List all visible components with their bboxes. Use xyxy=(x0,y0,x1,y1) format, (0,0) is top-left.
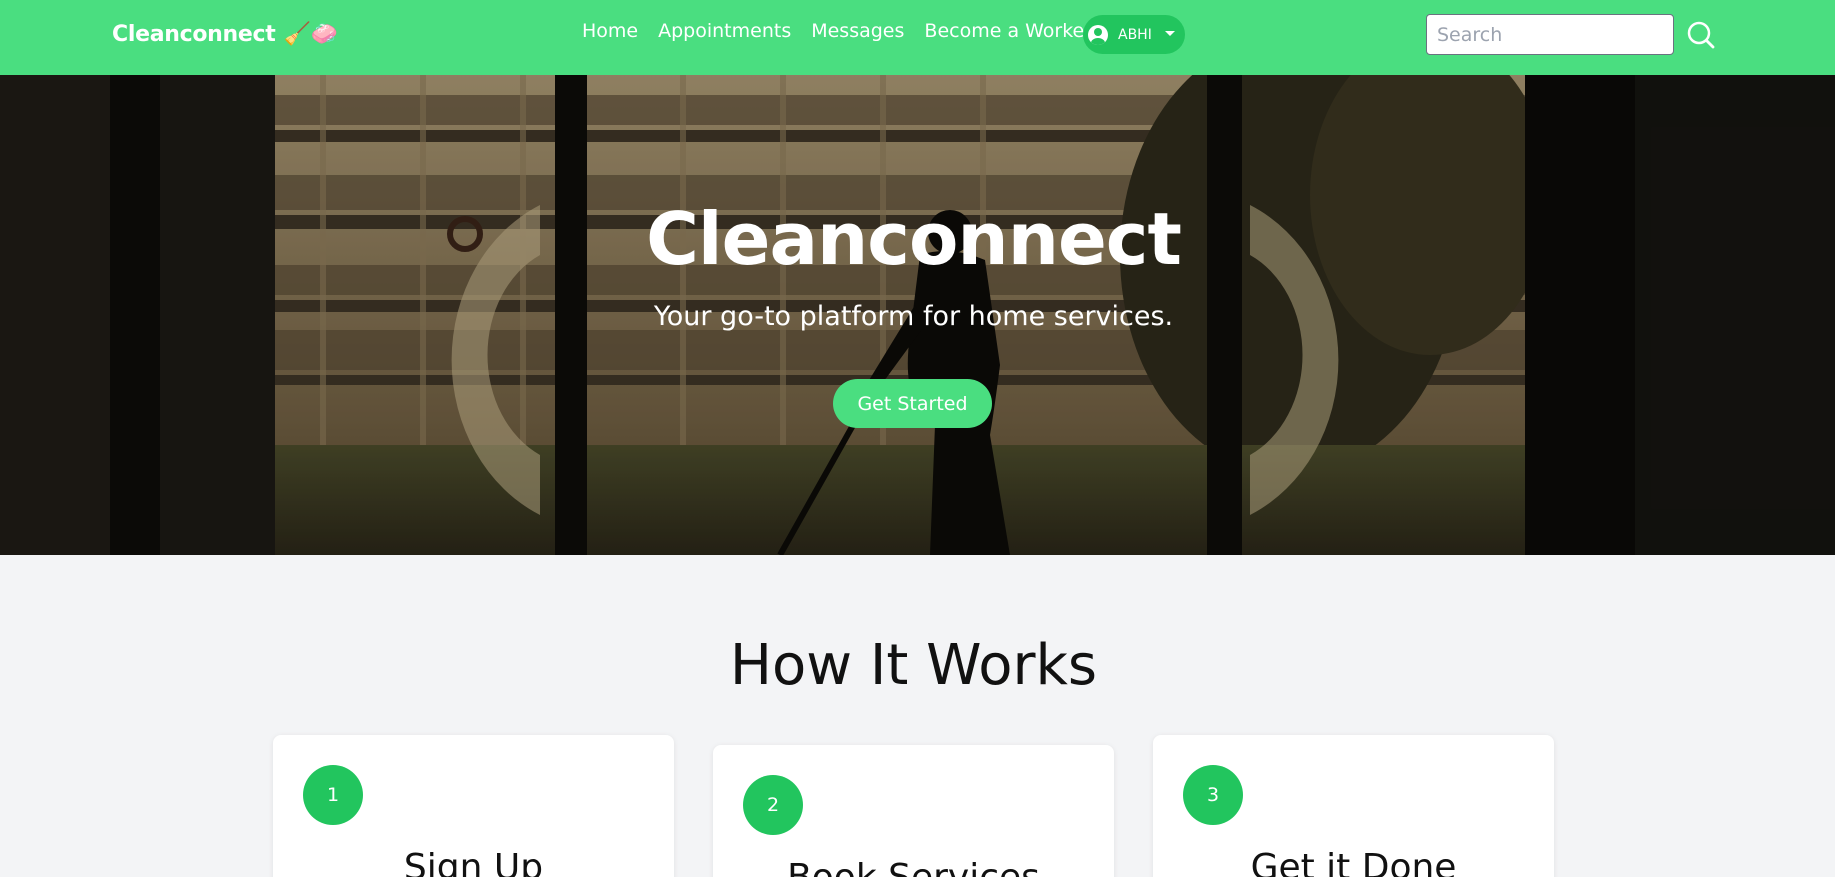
how-it-works-title: How It Works xyxy=(729,633,1098,698)
step-title: Book Services xyxy=(713,857,1114,877)
step-number-badge: 1 xyxy=(303,765,363,825)
step-title: Get it Done xyxy=(1250,847,1457,877)
broom-soap-icon: 🧹🧼 xyxy=(283,22,338,47)
nav-link-become-worker[interactable]: Become a Worker xyxy=(924,20,1092,42)
hero-section: Cleanconnect Your go-to platform for hom… xyxy=(0,75,1835,555)
step-number-badge: 3 xyxy=(1183,765,1243,825)
user-name: ABHI xyxy=(1118,26,1152,43)
step-number-badge: 2 xyxy=(743,775,803,835)
caret-down-icon xyxy=(1165,31,1175,36)
hero-subtitle: Your go-to platform for home services. xyxy=(653,301,1174,332)
user-circle-icon xyxy=(1088,24,1108,45)
navbar: Cleanconnect 🧹🧼 Home Appointments Messag… xyxy=(0,0,1835,75)
step-card-book-services: 2 Book Services xyxy=(713,745,1114,877)
step-card-get-it-done: 3 Get it Done xyxy=(1153,735,1554,877)
hero-title: Cleanconnect xyxy=(646,197,1182,281)
search-input[interactable] xyxy=(1426,14,1674,55)
brand-name: Cleanconnect xyxy=(112,22,276,47)
nav-link-messages[interactable]: Messages xyxy=(811,20,904,42)
nav-link-home[interactable]: Home xyxy=(582,20,638,42)
step-card-sign-up: 1 Sign Up xyxy=(273,735,674,877)
nav-links: Home Appointments Messages Become a Work… xyxy=(582,20,1092,42)
step-title: Sign Up xyxy=(403,847,544,877)
brand-logo[interactable]: Cleanconnect 🧹🧼 xyxy=(112,22,338,47)
nav-link-appointments[interactable]: Appointments xyxy=(658,20,791,42)
user-menu-button[interactable]: ABHI xyxy=(1083,15,1185,54)
get-started-button[interactable]: Get Started xyxy=(833,379,992,428)
search-icon[interactable] xyxy=(1686,20,1716,50)
